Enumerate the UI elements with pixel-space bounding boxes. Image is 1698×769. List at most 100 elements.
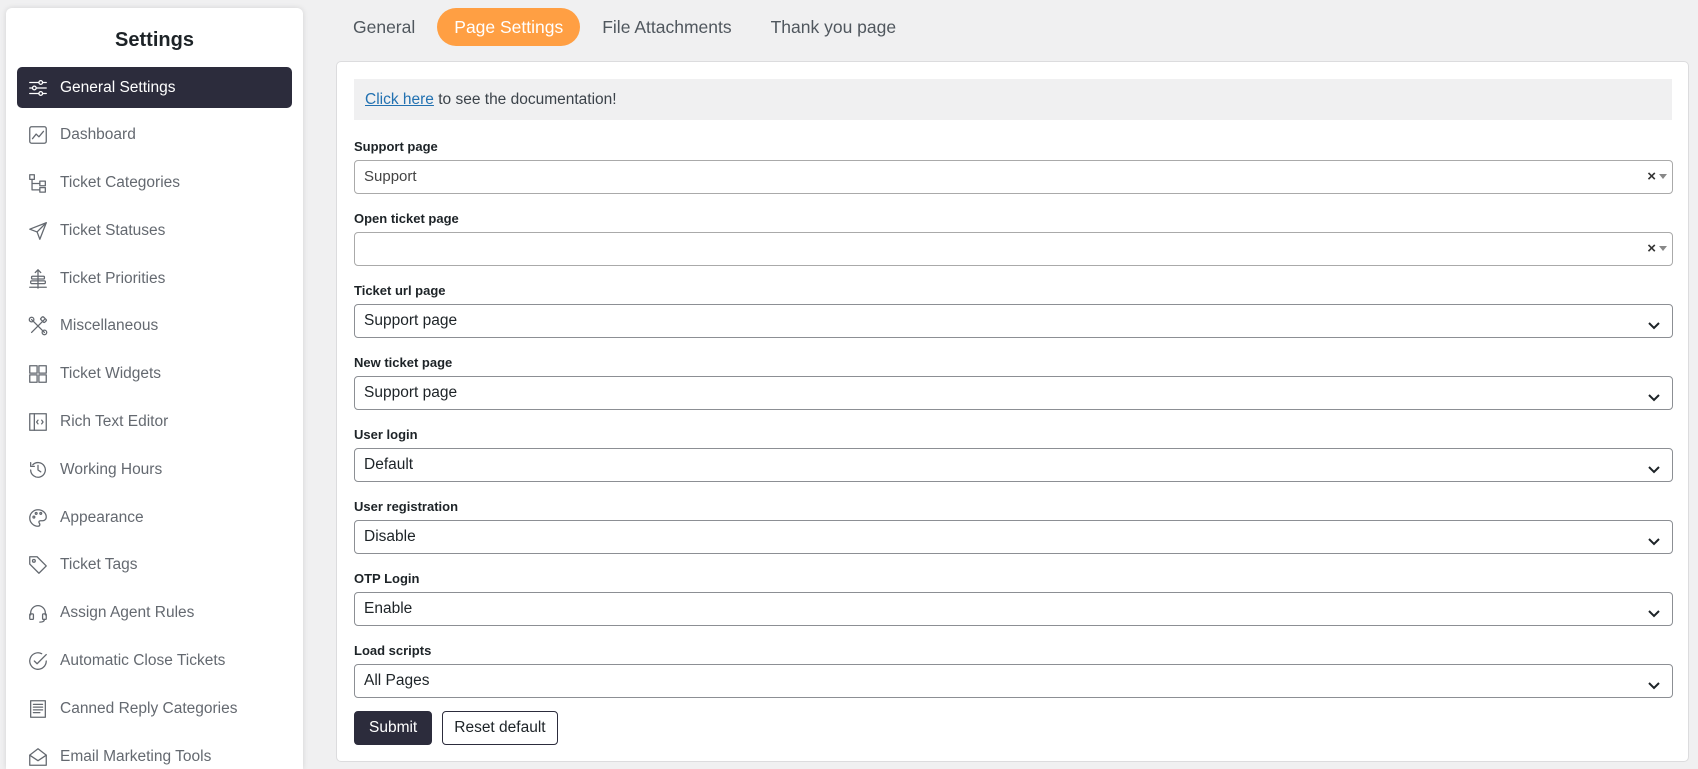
sidebar-item-label: Working Hours	[60, 460, 163, 478]
sidebar-item-ticket-categories[interactable]: Ticket Categories	[17, 163, 292, 204]
dropdown-arrow-icon	[1659, 246, 1667, 251]
new-ticket-page-label: New ticket page	[354, 355, 453, 370]
documentation-note: Click here to see the documentation!	[354, 79, 1672, 120]
code-editor-icon	[27, 411, 49, 433]
sidebar-item-label: Assign Agent Rules	[60, 604, 195, 622]
settings-tabs: General Page Settings File Attachments T…	[336, 8, 918, 46]
sidebar-item-miscellaneous[interactable]: Miscellaneous	[17, 306, 292, 347]
hierarchy-icon	[27, 172, 49, 194]
page-settings-card: Click here to see the documentation! Sup…	[336, 61, 1689, 762]
sidebar-item-general-settings[interactable]: General Settings	[17, 67, 292, 108]
chevron-down-icon	[1646, 457, 1662, 474]
load-scripts-field: Load scripts All Pages	[354, 642, 1673, 698]
tag-icon	[27, 554, 49, 576]
send-icon	[27, 220, 49, 242]
sidebar-nav: General Settings Dashboard Ticket Catego…	[6, 67, 303, 769]
support-page-clear-icon[interactable]: ×	[1647, 161, 1656, 193]
new-ticket-page-select[interactable]: Support page	[354, 376, 1673, 410]
chevron-down-icon	[1646, 673, 1662, 690]
headset-icon	[27, 602, 49, 624]
support-page-label: Support page	[354, 139, 438, 154]
chevron-down-icon	[1646, 313, 1662, 330]
sidebar-item-working-hours[interactable]: Working Hours	[17, 449, 292, 490]
otp-login-field: OTP Login Enable	[354, 570, 1673, 626]
user-login-field: User login Default	[354, 426, 1673, 482]
palette-icon	[27, 507, 49, 529]
open-ticket-page-clear-icon[interactable]: ×	[1647, 233, 1656, 265]
sidebar-item-label: Ticket Tags	[60, 556, 138, 574]
sidebar-item-label: Appearance	[60, 508, 144, 526]
sidebar-item-ticket-priorities[interactable]: Ticket Priorities	[17, 258, 292, 299]
sliders-icon	[27, 77, 49, 99]
open-ticket-page-field: Open ticket page ×	[354, 210, 1673, 266]
otp-login-label: OTP Login	[354, 571, 420, 586]
user-registration-field: User registration Disable	[354, 498, 1673, 554]
sidebar-item-appearance[interactable]: Appearance	[17, 497, 292, 538]
sidebar-item-canned-reply-categories[interactable]: Canned Reply Categories	[17, 688, 292, 729]
user-login-label: User login	[354, 427, 418, 442]
tools-icon	[27, 315, 49, 337]
sidebar-item-label: General Settings	[60, 78, 176, 96]
load-scripts-select[interactable]: All Pages	[354, 664, 1673, 698]
tab-general[interactable]: General	[336, 8, 432, 46]
load-scripts-label: Load scripts	[354, 643, 432, 658]
sidebar-item-rich-text-editor[interactable]: Rich Text Editor	[17, 402, 292, 443]
documentation-link[interactable]: Click here	[365, 91, 434, 108]
chevron-down-icon	[1646, 385, 1662, 402]
support-page-value: Support	[364, 168, 417, 185]
form-actions: Submit Reset default	[354, 711, 558, 745]
ticket-url-page-field: Ticket url page Support page	[354, 282, 1673, 338]
dropdown-arrow-icon	[1659, 174, 1667, 179]
tab-page-settings[interactable]: Page Settings	[437, 8, 581, 46]
sidebar-item-ticket-tags[interactable]: Ticket Tags	[17, 545, 292, 586]
user-registration-label: User registration	[354, 499, 459, 514]
email-icon	[27, 746, 49, 768]
sidebar-item-label: Automatic Close Tickets	[60, 652, 226, 670]
sidebar-item-assign-agent-rules[interactable]: Assign Agent Rules	[17, 593, 292, 634]
user-login-value: Default	[364, 456, 414, 473]
sidebar-item-label: Email Marketing Tools	[60, 747, 212, 765]
ticket-url-page-select[interactable]: Support page	[354, 304, 1673, 338]
open-ticket-page-label: Open ticket page	[354, 211, 459, 226]
documentation-note-text: to see the documentation!	[433, 91, 617, 108]
check-circle-icon	[27, 650, 49, 672]
widgets-icon	[27, 363, 49, 385]
support-page-field: Support page Support ×	[354, 138, 1673, 194]
chevron-down-icon	[1646, 529, 1662, 546]
new-ticket-page-value: Support page	[364, 384, 458, 401]
sidebar-item-label: Ticket Categories	[60, 174, 181, 192]
sidebar-item-label: Dashboard	[60, 126, 136, 144]
tab-thank-you-page[interactable]: Thank you page	[754, 8, 914, 46]
chevron-down-icon	[1646, 601, 1662, 618]
ticket-url-page-value: Support page	[364, 312, 458, 329]
sidebar-item-label: Ticket Statuses	[60, 221, 166, 239]
sidebar-item-automatic-close-tickets[interactable]: Automatic Close Tickets	[17, 641, 292, 682]
sidebar-item-label: Miscellaneous	[60, 317, 159, 335]
sidebar-item-dashboard[interactable]: Dashboard	[17, 115, 292, 156]
sidebar-title: Settings	[115, 29, 194, 51]
new-ticket-page-field: New ticket page Support page	[354, 354, 1673, 410]
open-ticket-page-select[interactable]: ×	[354, 232, 1673, 266]
otp-login-value: Enable	[364, 600, 413, 617]
user-login-select[interactable]: Default	[354, 448, 1673, 482]
sidebar-item-label: Ticket Widgets	[60, 365, 162, 383]
sidebar-item-ticket-statuses[interactable]: Ticket Statuses	[17, 210, 292, 251]
reset-default-button[interactable]: Reset default	[442, 711, 558, 745]
tab-file-attachments[interactable]: File Attachments	[585, 8, 748, 46]
settings-sidebar: Settings General Settings Dashboard Tick…	[6, 8, 303, 769]
otp-login-select[interactable]: Enable	[354, 592, 1673, 626]
document-list-icon	[27, 698, 49, 720]
chart-icon	[27, 124, 49, 146]
sidebar-item-ticket-widgets[interactable]: Ticket Widgets	[17, 354, 292, 395]
submit-button[interactable]: Submit	[354, 711, 433, 745]
user-registration-select[interactable]: Disable	[354, 520, 1673, 554]
user-registration-value: Disable	[364, 528, 416, 545]
sidebar-item-label: Canned Reply Categories	[60, 699, 238, 717]
ticket-url-page-label: Ticket url page	[354, 283, 446, 298]
sidebar-item-label: Ticket Priorities	[60, 269, 166, 287]
support-page-select[interactable]: Support ×	[354, 160, 1673, 194]
clock-history-icon	[27, 459, 49, 481]
sidebar-item-email-marketing-tools[interactable]: Email Marketing Tools	[17, 736, 292, 769]
sidebar-item-label: Rich Text Editor	[60, 413, 169, 431]
priority-icon	[27, 268, 49, 290]
